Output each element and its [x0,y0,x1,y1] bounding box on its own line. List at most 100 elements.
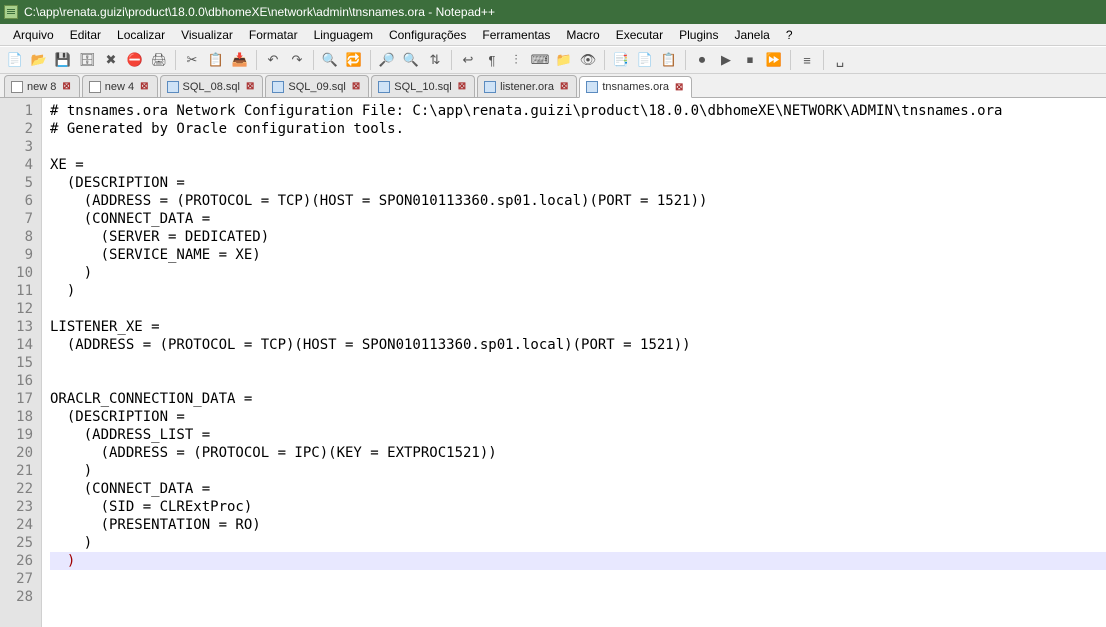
code-area[interactable]: # tnsnames.ora Network Configuration Fil… [42,98,1106,627]
code-line[interactable]: # tnsnames.ora Network Configuration Fil… [50,102,1106,120]
menu-editar[interactable]: Editar [63,26,108,44]
zoom-out-button[interactable]: 🔍 [400,49,422,71]
code-line[interactable]: (DESCRIPTION = [50,408,1106,426]
tab-listener-ora[interactable]: listener.ora⊠ [477,75,577,97]
monitor-button[interactable]: 👁 [577,49,599,71]
line-number: 13 [0,318,35,336]
save-all-button[interactable]: 🗄 [76,49,98,71]
menu-formatar[interactable]: Formatar [242,26,305,44]
close-all-button[interactable]: ⛔ [124,49,146,71]
tab-sql-09-sql[interactable]: SQL_09.sql ⊠ [265,75,369,97]
code-line[interactable]: ) [50,264,1106,282]
toolbar-separator [313,50,314,70]
close-icon[interactable]: ⊠ [558,81,570,92]
copy-button[interactable]: 📋 [205,49,227,71]
menubar: Arquivo Editar Localizar Visualizar Form… [0,24,1106,46]
save-file-button[interactable]: 💾 [52,49,74,71]
redo-button[interactable]: ↷ [286,49,308,71]
tab-bar: new 8⊠new 4⊠SQL_08.sql⊠SQL_09.sql⊠SQL_10… [0,74,1106,98]
stop-macro-button[interactable]: ⏹ [739,49,761,71]
close-icon[interactable]: ⊠ [350,81,362,92]
folder-button[interactable]: 📁 [553,49,575,71]
indent-guide-button[interactable]: ⫶ [505,49,527,71]
tab-label: SQL_09.sql [288,81,345,93]
toggle-1-button[interactable]: 📑 [610,49,632,71]
menu-linguagem[interactable]: Linguagem [307,26,380,44]
code-line[interactable]: (CONNECT_DATA = [50,480,1106,498]
tab-new-4[interactable]: new 4⊠ [82,75,158,97]
code-line[interactable]: (DESCRIPTION = [50,174,1106,192]
tab-label: SQL_10.sql [394,81,451,93]
playback-button[interactable]: ⏩ [763,49,785,71]
code-line[interactable]: (ADDRESS = (PROTOCOL = TCP)(HOST = SPON0… [50,336,1106,354]
paste-button[interactable]: 📥 [229,49,251,71]
tab-label: tnsnames.ora [602,81,669,93]
code-line[interactable] [50,570,1106,588]
toggle-3-button[interactable]: 📋 [658,49,680,71]
cut-button[interactable]: ✂ [181,49,203,71]
close-icon[interactable]: ⊠ [60,81,72,92]
play-macro-button[interactable]: ▶ [715,49,737,71]
undo-button[interactable]: ↶ [262,49,284,71]
menu-arquivo[interactable]: Arquivo [6,26,61,44]
code-line[interactable] [50,588,1106,606]
menu-janela[interactable]: Janela [727,26,776,44]
menu-configuracoes[interactable]: Configurações [382,26,473,44]
file-icon [167,81,179,93]
open-file-button[interactable]: 📂 [28,49,50,71]
close-file-button[interactable]: ✖ [100,49,122,71]
menu-help[interactable]: ? [779,26,800,44]
code-line[interactable]: ) [50,552,1106,570]
code-line[interactable]: (SID = CLRExtProc) [50,498,1106,516]
tab-sql-08-sql[interactable]: SQL_08.sql⊠ [160,75,264,97]
replace-button[interactable]: 🔁 [343,49,365,71]
code-line[interactable]: (SERVER = DEDICATED) [50,228,1106,246]
code-line[interactable]: (SERVICE_NAME = XE) [50,246,1106,264]
code-line[interactable]: XE = [50,156,1106,174]
tab-tnsnames-ora[interactable]: tnsnames.ora ⊠ [579,76,692,98]
menu-ferramentas[interactable]: Ferramentas [475,26,557,44]
code-line[interactable]: (ADDRESS = (PROTOCOL = IPC)(KEY = EXTPRO… [50,444,1106,462]
tab-new-8[interactable]: new 8⊠ [4,75,80,97]
code-line[interactable] [50,138,1106,156]
close-icon[interactable]: ⊠ [456,81,468,92]
hide-lines-button[interactable]: ≡ [796,49,818,71]
code-line[interactable]: # Generated by Oracle configuration tool… [50,120,1106,138]
file-icon [484,81,496,93]
code-line[interactable]: ) [50,462,1106,480]
find-button[interactable]: 🔍 [319,49,341,71]
code-line[interactable]: ORACLR_CONNECTION_DATA = [50,390,1106,408]
code-line[interactable] [50,354,1106,372]
code-line[interactable]: ) [50,282,1106,300]
line-number: 20 [0,444,35,462]
code-line[interactable] [50,300,1106,318]
show-all-chars-button[interactable]: ¶ [481,49,503,71]
code-line[interactable] [50,372,1106,390]
toggle-2-button[interactable]: 📄 [634,49,656,71]
spaces-button[interactable]: ␣ [829,49,851,71]
toolbar-separator [256,50,257,70]
new-file-button[interactable]: 📄 [4,49,26,71]
close-icon[interactable]: ⊠ [244,81,256,92]
code-line[interactable]: ) [50,534,1106,552]
close-icon[interactable]: ⊠ [673,82,685,93]
code-line[interactable]: (ADDRESS = (PROTOCOL = TCP)(HOST = SPON0… [50,192,1106,210]
code-line[interactable]: (PRESENTATION = RO) [50,516,1106,534]
close-icon[interactable]: ⊠ [138,81,150,92]
sync-v-button[interactable]: ⇅ [424,49,446,71]
zoom-in-button[interactable]: 🔎 [376,49,398,71]
menu-macro[interactable]: Macro [559,26,606,44]
print-button[interactable]: 🖨 [148,49,170,71]
menu-localizar[interactable]: Localizar [110,26,172,44]
code-line[interactable]: (ADDRESS_LIST = [50,426,1106,444]
menu-executar[interactable]: Executar [609,26,670,44]
menu-visualizar[interactable]: Visualizar [174,26,240,44]
line-number: 11 [0,282,35,300]
record-macro-button[interactable]: ⏺ [691,49,713,71]
tab-sql-10-sql[interactable]: SQL_10.sql ⊠ [371,75,475,97]
code-line[interactable]: LISTENER_XE = [50,318,1106,336]
menu-plugins[interactable]: Plugins [672,26,725,44]
word-wrap-button[interactable]: ↩ [457,49,479,71]
lang-button[interactable]: ⌨ [529,49,551,71]
code-line[interactable]: (CONNECT_DATA = [50,210,1106,228]
